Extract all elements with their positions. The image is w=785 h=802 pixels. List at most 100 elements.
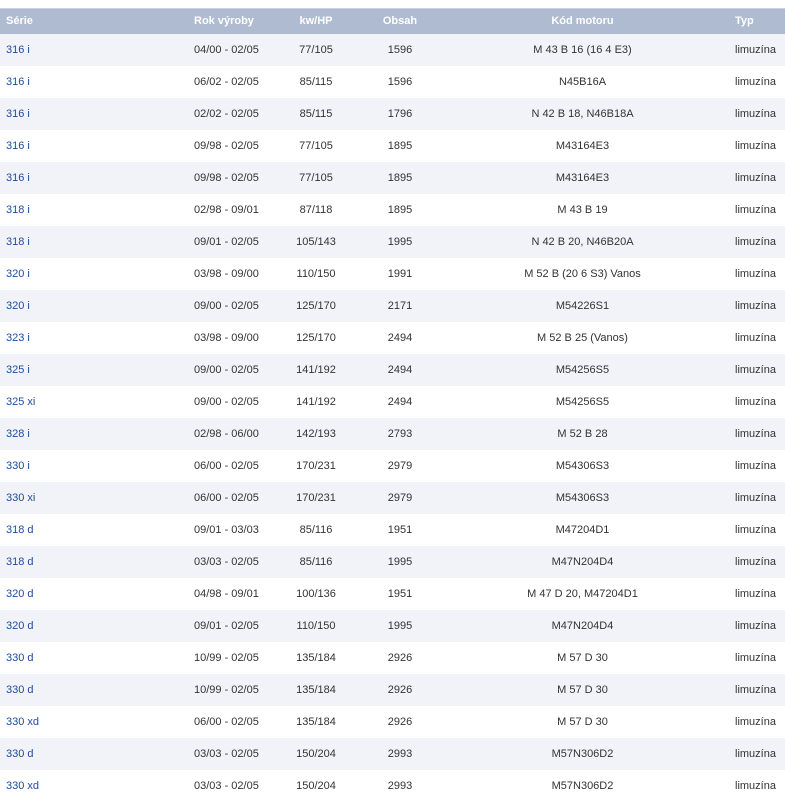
cell-kod-motoru: M 57 D 30 [453,673,712,706]
cell-serie: 328 i [0,417,55,450]
cell-rok-vyroby: 09/98 - 02/05 [55,129,285,162]
cell-rok-vyroby: 06/02 - 02/05 [55,65,285,98]
serie-link[interactable]: 316 i [6,140,30,152]
serie-link[interactable]: 320 d [6,588,34,600]
serie-link[interactable]: 318 d [6,524,34,536]
cell-obsah: 1951 [347,513,453,546]
header-kod-motoru[interactable]: Kód motoru [453,8,712,34]
cell-kod-motoru: M 52 B 28 [453,417,712,450]
cell-kw-hp: 150/204 [285,769,347,802]
cell-kw-hp: 170/231 [285,449,347,482]
cell-serie: 320 i [0,289,55,322]
engine-table: Série Rok výroby kw/HP Obsah Kód motoru … [0,8,785,802]
table-row: 316 i 04/00 - 02/05 77/105 1596 M 43 B 16 (1… [0,33,785,66]
serie-link[interactable]: 330 xd [6,780,39,792]
serie-link[interactable]: 325 i [6,364,30,376]
cell-obsah: 2926 [347,705,453,738]
cell-rok-vyroby: 02/98 - 09/01 [55,193,285,226]
cell-typ: limuzína [712,737,785,770]
header-rok-vyroby[interactable]: Rok výroby [55,8,285,34]
header-obsah[interactable]: Obsah [347,8,453,34]
serie-link[interactable]: 318 d [6,556,34,568]
cell-rok-vyroby: 06/00 - 02/05 [55,705,285,738]
cell-serie: 316 i [0,33,55,66]
cell-obsah: 1895 [347,161,453,194]
cell-rok-vyroby: 09/00 - 02/05 [55,385,285,418]
cell-rok-vyroby: 04/98 - 09/01 [55,577,285,610]
serie-link[interactable]: 325 xi [6,396,35,408]
cell-rok-vyroby: 04/00 - 02/05 [55,33,285,66]
table-row: 316 i 02/02 - 02/05 85/115 1796 N 42 B 18, N… [0,97,785,130]
serie-link[interactable]: 328 i [6,428,30,440]
cell-typ: limuzína [712,385,785,418]
cell-kw-hp: 87/118 [285,193,347,226]
cell-obsah: 2494 [347,321,453,354]
header-typ[interactable]: Typ [712,8,785,34]
serie-link[interactable]: 330 xi [6,492,35,504]
cell-rok-vyroby: 06/00 - 02/05 [55,449,285,482]
cell-serie: 318 i [0,193,55,226]
cell-obsah: 2171 [347,289,453,322]
cell-rok-vyroby: 02/98 - 06/00 [55,417,285,450]
table-row: 320 i 09/00 - 02/05 125/170 2171 M54226S1 lim… [0,289,785,322]
serie-link[interactable]: 320 d [6,620,34,632]
cell-serie: 320 d [0,609,55,642]
cell-obsah: 2494 [347,385,453,418]
cell-kod-motoru: N 42 B 18, N46B18A [453,97,712,130]
cell-kw-hp: 77/105 [285,161,347,194]
cell-typ: limuzína [712,193,785,226]
cell-serie: 325 xi [0,385,55,418]
serie-link[interactable]: 323 i [6,332,30,344]
cell-kw-hp: 135/184 [285,705,347,738]
cell-rok-vyroby: 02/02 - 02/05 [55,97,285,130]
cell-rok-vyroby: 06/00 - 02/05 [55,481,285,514]
header-serie[interactable]: Série [0,8,55,34]
cell-kod-motoru: M47N204D4 [453,609,712,642]
table-row: 325 i 09/00 - 02/05 141/192 2494 M54256S5 lim… [0,353,785,386]
cell-kod-motoru: M47204D1 [453,513,712,546]
serie-link[interactable]: 316 i [6,44,30,56]
cell-kod-motoru: M54306S3 [453,481,712,514]
serie-link[interactable]: 330 i [6,460,30,472]
cell-obsah: 1796 [347,97,453,130]
header-kw-hp[interactable]: kw/HP [285,8,347,34]
cell-serie: 316 i [0,65,55,98]
cell-serie: 330 d [0,641,55,674]
serie-link[interactable]: 330 d [6,684,34,696]
cell-typ: limuzína [712,641,785,674]
cell-rok-vyroby: 09/01 - 03/03 [55,513,285,546]
table-row: 323 i 03/98 - 09/00 125/170 2494 M 52 B 25 (… [0,321,785,354]
cell-typ: limuzína [712,225,785,258]
cell-kw-hp: 85/116 [285,513,347,546]
serie-link[interactable]: 316 i [6,172,30,184]
cell-rok-vyroby: 03/03 - 02/05 [55,737,285,770]
cell-typ: limuzína [712,705,785,738]
cell-serie: 330 d [0,737,55,770]
cell-typ: limuzína [712,673,785,706]
serie-link[interactable]: 316 i [6,76,30,88]
cell-kod-motoru: M54256S5 [453,385,712,418]
serie-link[interactable]: 320 i [6,268,30,280]
table-row: 330 xi 06/00 - 02/05 170/231 2979 M54306S3 li… [0,481,785,514]
cell-serie: 320 d [0,577,55,610]
serie-link[interactable]: 330 xd [6,716,39,728]
cell-rok-vyroby: 03/03 - 02/05 [55,769,285,802]
table-row: 320 i 03/98 - 09/00 110/150 1991 M 52 B (20 … [0,257,785,290]
serie-link[interactable]: 330 d [6,748,34,760]
cell-typ: limuzína [712,65,785,98]
serie-link[interactable]: 318 i [6,236,30,248]
table-row: 328 i 02/98 - 06/00 142/193 2793 M 52 B 28 li… [0,417,785,450]
cell-serie: 320 i [0,257,55,290]
serie-link[interactable]: 318 i [6,204,30,216]
serie-link[interactable]: 320 i [6,300,30,312]
cell-rok-vyroby: 09/00 - 02/05 [55,289,285,322]
table-row: 318 i 02/98 - 09/01 87/118 1895 M 43 B 19 lim… [0,193,785,226]
cell-kw-hp: 105/143 [285,225,347,258]
cell-kod-motoru: N 42 B 20, N46B20A [453,225,712,258]
cell-obsah: 1991 [347,257,453,290]
cell-rok-vyroby: 10/99 - 02/05 [55,673,285,706]
table-row: 330 xd 06/00 - 02/05 135/184 2926 M 57 D 30 l… [0,705,785,738]
serie-link[interactable]: 330 d [6,652,34,664]
serie-link[interactable]: 316 i [6,108,30,120]
cell-kw-hp: 170/231 [285,481,347,514]
